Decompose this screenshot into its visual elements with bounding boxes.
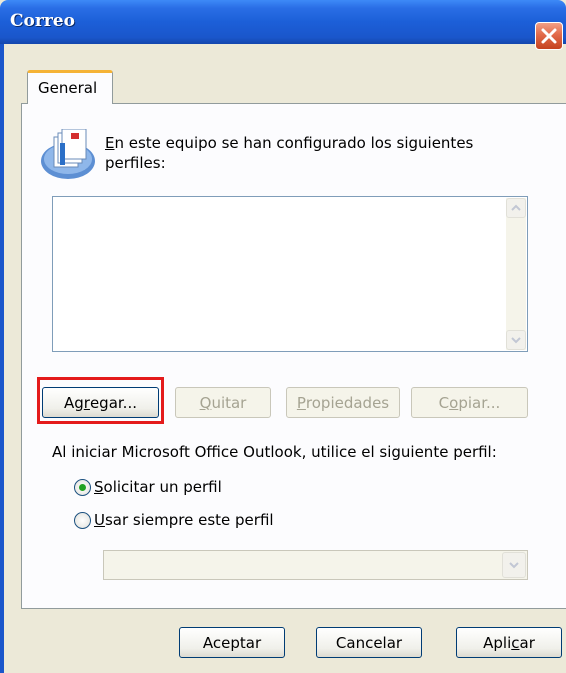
radio-label: Solicitar un perfil — [94, 478, 222, 496]
radio-button[interactable] — [74, 511, 91, 529]
radio-always-use-profile[interactable]: Usar siempre este perfil — [74, 511, 274, 529]
tab-general[interactable]: General — [27, 70, 113, 104]
profiles-scrollbar[interactable] — [506, 198, 526, 350]
window-border — [0, 44, 4, 673]
chevron-down-icon — [509, 562, 519, 569]
chevron-down-icon — [511, 337, 521, 344]
ok-button[interactable]: Aceptar — [179, 627, 285, 658]
scroll-up-button[interactable] — [506, 198, 526, 218]
tab-panel — [21, 103, 566, 609]
apply-button[interactable]: Apli c ar — [456, 627, 562, 658]
window-title: Correo — [10, 11, 75, 31]
remove-profile-button[interactable]: Quitar — [175, 387, 271, 418]
radio-button-selected[interactable] — [74, 478, 91, 496]
cancel-button[interactable]: Cancelar — [316, 627, 422, 658]
mail-profiles-icon — [41, 129, 95, 179]
copy-profile-button[interactable]: Co piar... — [411, 387, 528, 418]
profile-select[interactable] — [103, 550, 528, 580]
radio-label: Usar siempre este perfil — [94, 511, 274, 529]
radio-prompt-profile[interactable]: Solicitar un perfil — [74, 478, 222, 496]
title-bar[interactable]: Correo — [0, 0, 566, 44]
close-button[interactable] — [535, 22, 563, 50]
close-icon — [541, 28, 557, 44]
properties-button[interactable]: Propiedades — [286, 387, 400, 418]
mail-setup-dialog: Correo General En este equipo se han con… — [0, 0, 566, 673]
scroll-down-button[interactable] — [506, 330, 526, 350]
add-profile-button[interactable]: Ag r egar... — [42, 387, 159, 418]
profiles-description: En este equipo se han configurado los si… — [105, 134, 474, 172]
tab-label: General — [38, 79, 98, 97]
profile-select-dropdown-button[interactable] — [502, 552, 526, 578]
startup-profile-label: Al iniciar Microsoft Office Outlook, uti… — [52, 443, 497, 461]
profiles-list[interactable] — [52, 196, 528, 352]
chevron-up-icon — [511, 204, 521, 211]
